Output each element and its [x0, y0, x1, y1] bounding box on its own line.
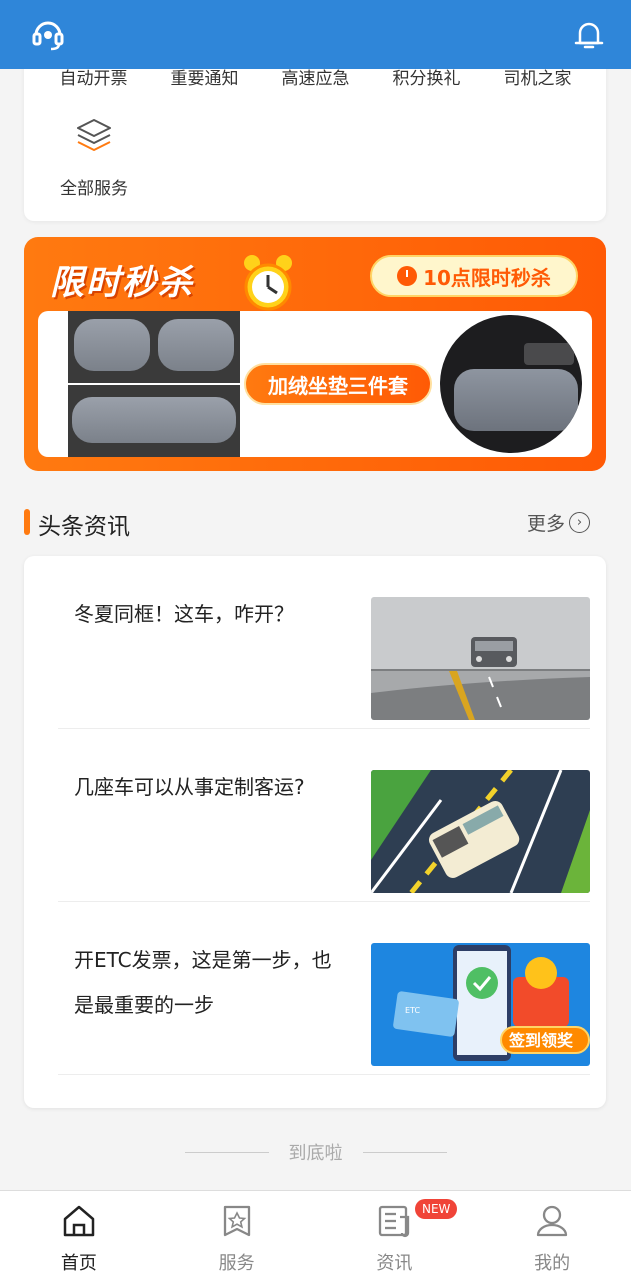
bottom-nav: 首页 服务 资讯 我的 [0, 1190, 631, 1280]
nav-profile[interactable]: 我的 [473, 1191, 631, 1280]
news-title: 开ETC发票，这是第一步，也是最重要的一步 [74, 948, 332, 1017]
divider [184, 1151, 269, 1153]
alarm-clock-icon [244, 255, 292, 311]
nav-news-label: 资讯 [376, 1253, 413, 1274]
nav-services[interactable]: 服务 [158, 1191, 316, 1280]
news-item[interactable]: 开ETC发票，这是第一步，也是最重要的一步 ETC 签到领奖 [58, 902, 590, 1075]
banner-product-panel: 加绒坐垫三件套 [38, 311, 592, 457]
news-title: 冬夏同框！这车，咋开？ [74, 602, 294, 626]
nav-home[interactable]: 首页 [0, 1191, 158, 1280]
nav-profile-label: 我的 [534, 1253, 571, 1274]
clock-icon [397, 266, 418, 286]
sign-in-reward-text: 签到领奖 [508, 1031, 574, 1050]
banner-time-pill: 10点限时秒杀 [370, 255, 578, 297]
banner-pill-text: 10点限时秒杀 [423, 265, 551, 290]
top-bar [0, 0, 631, 69]
service-star-icon [217, 1201, 257, 1241]
headset-icon[interactable] [28, 15, 68, 55]
news-section-title: 头条资讯 [38, 514, 130, 540]
news-item[interactable]: 几座车可以从事定制客运? [58, 729, 590, 902]
more-label: 更多 [526, 513, 565, 535]
user-icon [532, 1201, 572, 1241]
bell-icon[interactable] [569, 15, 609, 55]
news-card: 冬夏同框！这车，咋开？ 几座车可以从事定制客运? 开ETC发票，这是第一步，也是… [24, 556, 606, 1108]
news-thumbnail-bus [371, 770, 590, 893]
news-thumbnail-etc: ETC 签到领奖 [371, 943, 590, 1066]
banner-product-label: 加绒坐垫三件套 [244, 363, 432, 405]
chevron-right-icon: › [569, 512, 590, 533]
seat-image-bottom [68, 385, 240, 457]
seat-cushion-image [436, 311, 586, 457]
news-thumbnail-snowy-road [371, 597, 590, 720]
end-note-text: 到底啦 [288, 1143, 343, 1164]
end-of-list-note: 到底啦 [0, 1140, 631, 1164]
divider [362, 1151, 447, 1153]
news-section-header: 头条资讯 更多 › [24, 505, 590, 541]
new-badge: NEW [415, 1199, 458, 1219]
news-title: 几座车可以从事定制客运? [74, 775, 305, 799]
flash-sale-banner[interactable]: 限时秒杀 10点限时秒杀 加绒坐垫三件套 [24, 237, 606, 471]
section-accent-bar [24, 509, 30, 535]
etc-card-text: ETC [405, 1006, 420, 1015]
layers-icon [77, 119, 111, 151]
seat-image-top [68, 311, 240, 383]
news-icon [374, 1201, 414, 1241]
banner-title: 限时秒杀 [50, 263, 194, 303]
nav-home-label: 首页 [60, 1253, 97, 1274]
all-services-label: 全部服务 [60, 179, 128, 199]
news-item[interactable]: 冬夏同框！这车，咋开？ [58, 556, 590, 729]
nav-services-label: 服务 [218, 1253, 255, 1274]
all-services-button[interactable]: 全部服务 [54, 116, 134, 199]
home-icon [59, 1201, 99, 1241]
more-news-link[interactable]: 更多 › [527, 509, 590, 536]
